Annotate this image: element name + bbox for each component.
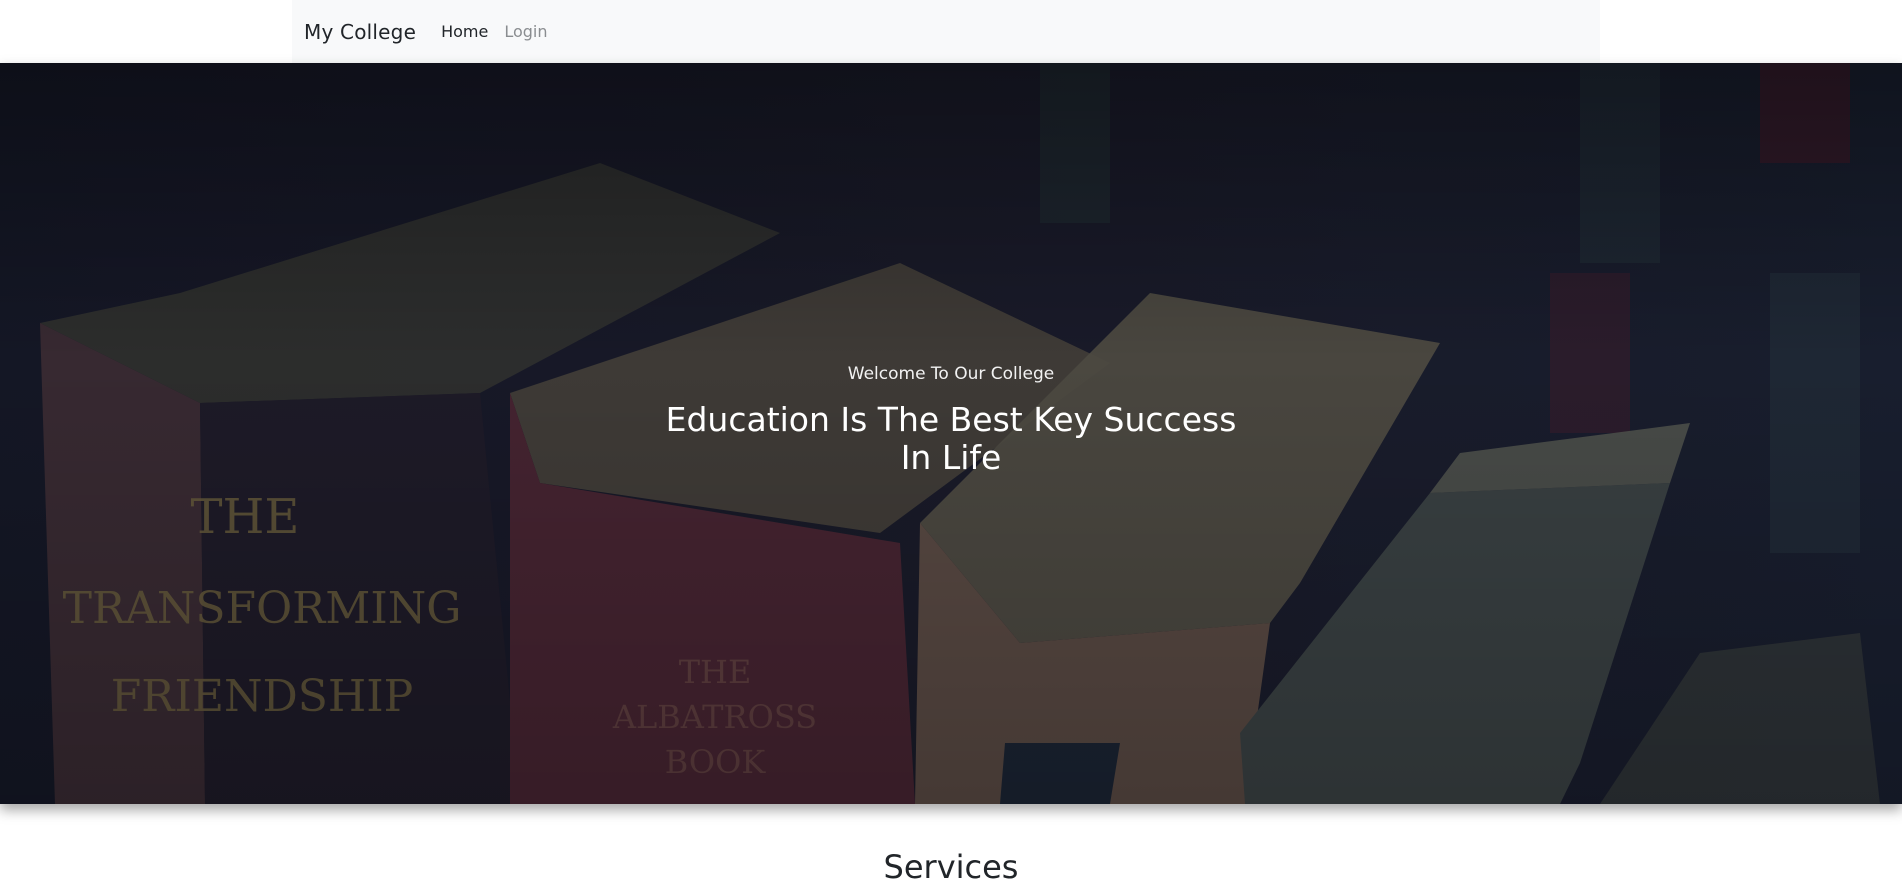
- hero-subtitle: Welcome To Our College: [847, 364, 1055, 384]
- page: My College Home Login Welcome To Our Col…: [0, 0, 1902, 887]
- nav-link-home[interactable]: Home: [441, 22, 488, 41]
- navbar: My College Home Login: [292, 0, 1600, 63]
- navbar-wrapper: My College Home Login: [0, 0, 1902, 63]
- nav-link-login[interactable]: Login: [504, 22, 547, 41]
- brand-link[interactable]: My College: [304, 20, 416, 44]
- hero-banner: THE TRANSFORMING FRIENDSHIP THE ALBATROS…: [0, 63, 1902, 804]
- hero-title: Education Is The Best Key Success In Lif…: [665, 400, 1237, 477]
- services-heading: Services: [883, 848, 1019, 886]
- hero-text-block: Welcome To Our College Education Is The …: [0, 63, 1902, 804]
